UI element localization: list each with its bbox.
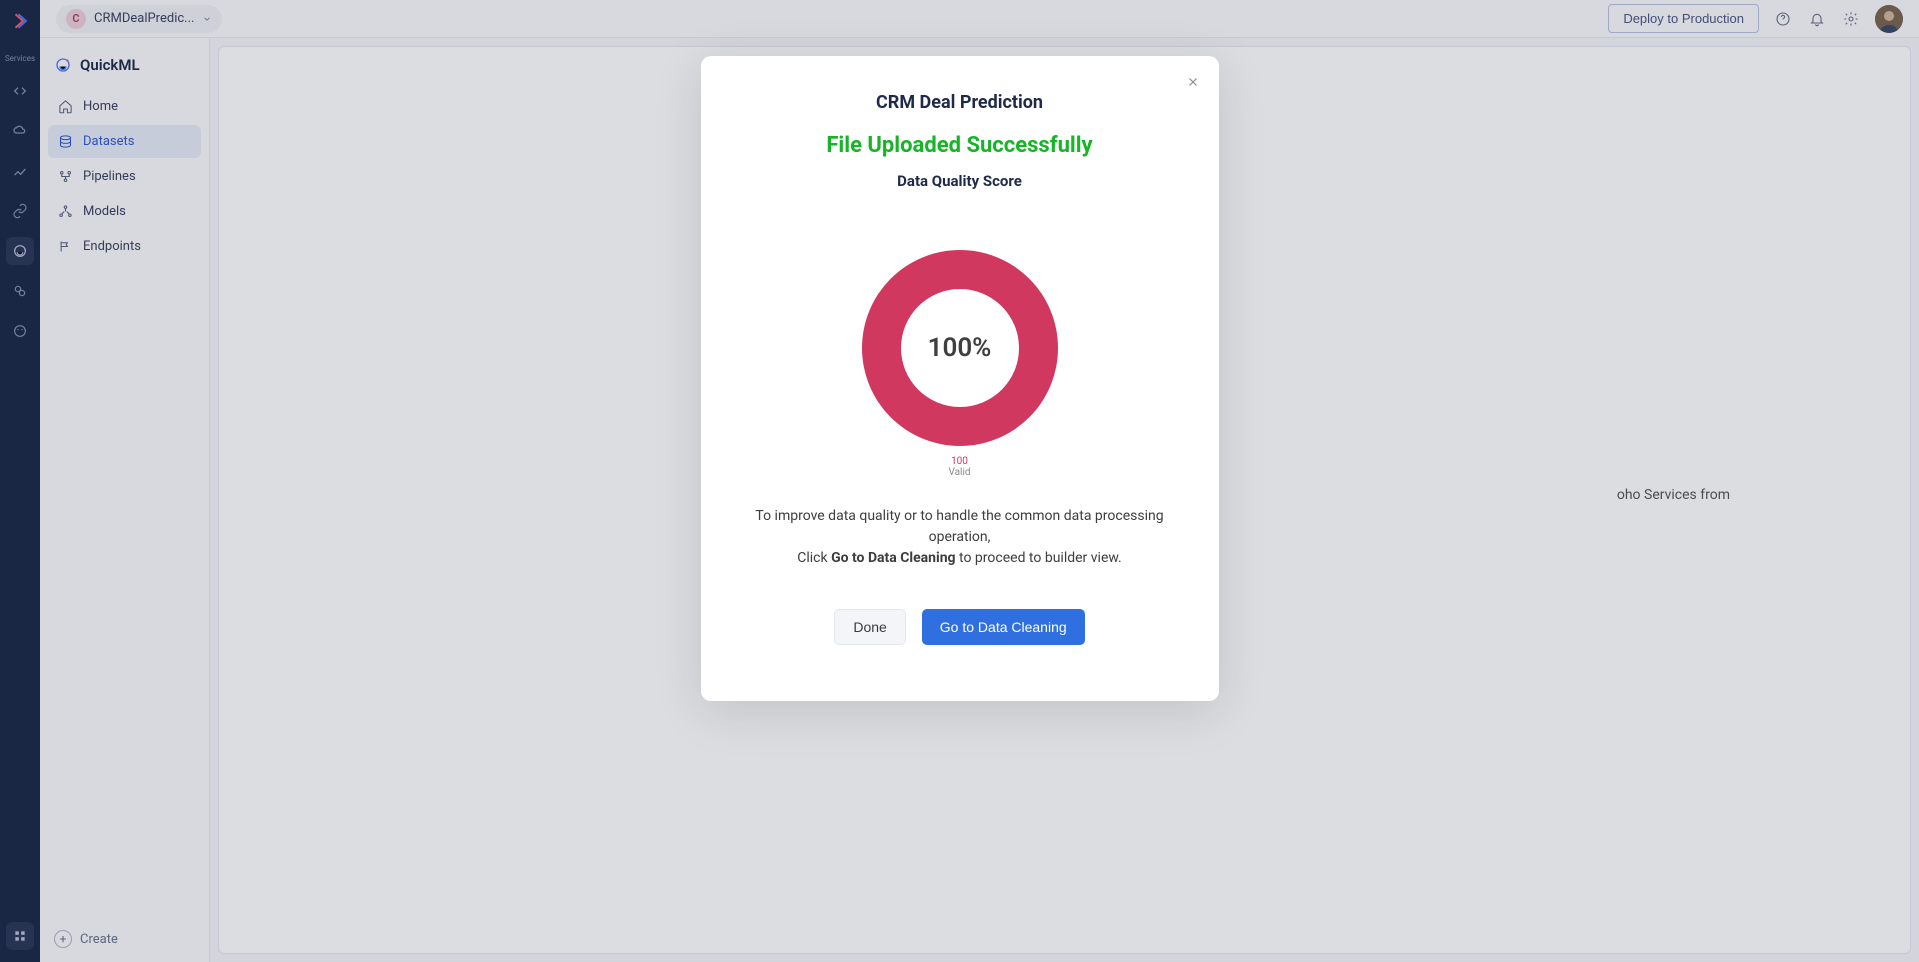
modal-success-message: File Uploaded Successfully bbox=[733, 133, 1187, 158]
modal-actions: Done Go to Data Cleaning bbox=[733, 609, 1187, 645]
go-to-cleaning-button[interactable]: Go to Data Cleaning bbox=[922, 609, 1085, 645]
chart-legend: 100 Valid bbox=[733, 456, 1187, 478]
modal-overlay[interactable]: CRM Deal Prediction File Uploaded Succes… bbox=[0, 0, 1919, 962]
legend-label: Valid bbox=[733, 467, 1187, 478]
close-button[interactable] bbox=[1183, 72, 1203, 92]
legend-value: 100 bbox=[733, 456, 1187, 467]
modal-description: To improve data quality or to handle the… bbox=[733, 506, 1187, 569]
donut-center: 100% bbox=[901, 289, 1019, 407]
quality-chart: 100% bbox=[733, 250, 1187, 446]
donut-value: 100% bbox=[928, 333, 992, 363]
modal-subtitle: Data Quality Score bbox=[733, 172, 1187, 190]
upload-success-modal: CRM Deal Prediction File Uploaded Succes… bbox=[701, 56, 1219, 701]
donut-chart: 100% bbox=[862, 250, 1058, 446]
done-button[interactable]: Done bbox=[834, 609, 905, 645]
close-icon bbox=[1186, 75, 1200, 89]
modal-title: CRM Deal Prediction bbox=[733, 92, 1187, 113]
